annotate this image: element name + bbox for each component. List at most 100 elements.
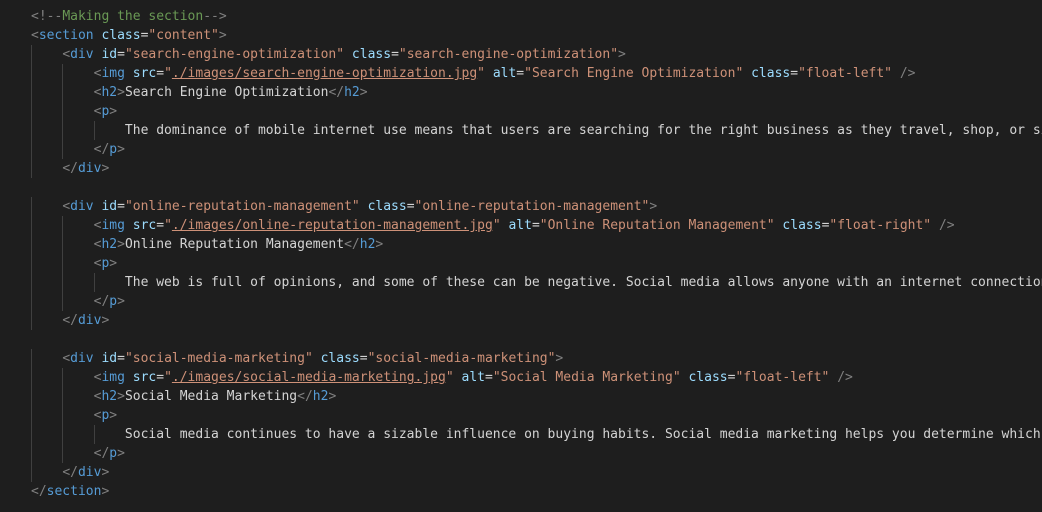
code-token: ./images/search-engine-optimization.jpg (171, 66, 478, 81)
code-token: img (101, 218, 125, 233)
code-line-content: <section class="content"> (31, 26, 227, 45)
code-token: "online-reputation-management" (124, 199, 360, 214)
code-line[interactable]: <img src="./images/social-media-marketin… (0, 368, 1042, 387)
code-line[interactable]: </p> (0, 444, 1042, 463)
code-token: " (477, 66, 485, 81)
code-token: /> (938, 218, 955, 233)
code-line[interactable]: <h2>Social Media Marketing</h2> (0, 387, 1042, 406)
code-token: Social Media Marketing (124, 389, 298, 404)
code-line[interactable]: </div> (0, 159, 1042, 178)
code-token: class (688, 370, 728, 385)
code-token: > (117, 237, 125, 252)
code-line-content: <p> (31, 102, 117, 121)
code-line[interactable]: <section class="content"> (0, 26, 1042, 45)
code-line-content: The dominance of mobile internet use mea… (31, 121, 1042, 140)
code-token: p (109, 294, 118, 309)
code-line[interactable] (0, 330, 1042, 349)
code-token: div (77, 313, 102, 328)
code-line[interactable]: Social media continues to have a sizable… (0, 425, 1042, 444)
code-token: h2 (101, 389, 118, 404)
code-line[interactable]: </p> (0, 140, 1042, 159)
code-token: > (109, 104, 118, 119)
code-token: = (516, 66, 525, 81)
code-token: class (351, 47, 392, 62)
code-token: Making the section (62, 9, 204, 24)
code-token: "online-reputation-management" (414, 199, 650, 214)
code-lines[interactable]: <!--Making the section--> <section class=… (0, 7, 1042, 501)
code-line-content: </div> (31, 463, 109, 482)
code-token: id (101, 199, 118, 214)
code-line[interactable] (0, 178, 1042, 197)
code-token: "Online Reputation Management" (539, 218, 775, 233)
code-token: > (649, 199, 658, 214)
code-token: "float-left" (735, 370, 830, 385)
code-token: = (531, 218, 540, 233)
code-line[interactable]: </div> (0, 463, 1042, 482)
code-token: alt (508, 218, 532, 233)
code-line[interactable]: The dominance of mobile internet use mea… (0, 121, 1042, 140)
code-token: p (109, 142, 118, 157)
code-line[interactable]: The web is full of opinions, and some of… (0, 273, 1042, 292)
code-token: = (391, 47, 399, 62)
code-token: div (70, 47, 94, 62)
code-token: h2 (101, 237, 118, 252)
code-token: id (101, 351, 118, 366)
code-line[interactable]: <div id="search-engine-optimization" cla… (0, 45, 1042, 64)
code-line-content: <img src="./images/social-media-marketin… (31, 368, 853, 387)
code-line[interactable]: <div id="online-reputation-management" c… (0, 197, 1042, 216)
code-token: "search-engine-optimization" (398, 47, 619, 62)
code-token: "content" (148, 28, 219, 43)
code-line[interactable]: <h2>Search Engine Optimization</h2> (0, 83, 1042, 102)
code-editor[interactable]: <!--Making the section--> <section class=… (0, 0, 1042, 512)
code-line[interactable]: </section> (0, 482, 1042, 501)
code-token: section (46, 484, 102, 499)
code-line[interactable]: </p> (0, 292, 1042, 311)
code-token: p (109, 446, 118, 461)
code-token: "Social Media Marketing" (492, 370, 681, 385)
code-token: " (164, 370, 172, 385)
code-token: " (164, 66, 172, 81)
code-line[interactable]: <p> (0, 254, 1042, 273)
code-token: > (117, 389, 125, 404)
code-line-content: <p> (31, 254, 117, 273)
code-token: /> (837, 370, 853, 385)
code-line[interactable]: <h2>Online Reputation Management</h2> (0, 235, 1042, 254)
code-token: > (101, 313, 110, 328)
code-token: > (117, 142, 125, 157)
code-token: </ (93, 142, 110, 157)
code-line-content: <h2>Search Engine Optimization</h2> (31, 83, 368, 102)
code-line[interactable]: <p> (0, 102, 1042, 121)
code-token: </ (93, 446, 110, 461)
code-token: Social media continues to have a sizable… (31, 427, 1042, 442)
code-line[interactable]: <div id="social-media-marketing" class="… (0, 349, 1042, 368)
code-token: div (77, 465, 102, 480)
code-token: "social-media-marketing" (124, 351, 313, 366)
code-token: The web is full of opinions, and some of… (31, 275, 1042, 290)
code-token: ./images/social-media-marketing.jpg (171, 370, 446, 385)
code-line[interactable]: <img src="./images/online-reputation-man… (0, 216, 1042, 235)
code-token: < (31, 28, 39, 43)
code-line[interactable]: <img src="./images/search-engine-optimiz… (0, 64, 1042, 83)
code-token: img (101, 66, 125, 81)
code-token: alt (461, 370, 485, 385)
code-token: class (101, 28, 141, 43)
code-line-content: <!--Making the section--> (31, 7, 227, 26)
code-token: > (218, 28, 227, 43)
code-line[interactable]: <p> (0, 406, 1042, 425)
code-token: < (62, 351, 71, 366)
code-token: "float-right" (829, 218, 932, 233)
code-line-content: </div> (31, 159, 109, 178)
code-token: div (77, 161, 102, 176)
code-line[interactable]: </div> (0, 311, 1042, 330)
code-token: h2 (101, 85, 118, 100)
code-line[interactable]: <!--Making the section--> (0, 7, 1042, 26)
code-token: </ (93, 294, 110, 309)
